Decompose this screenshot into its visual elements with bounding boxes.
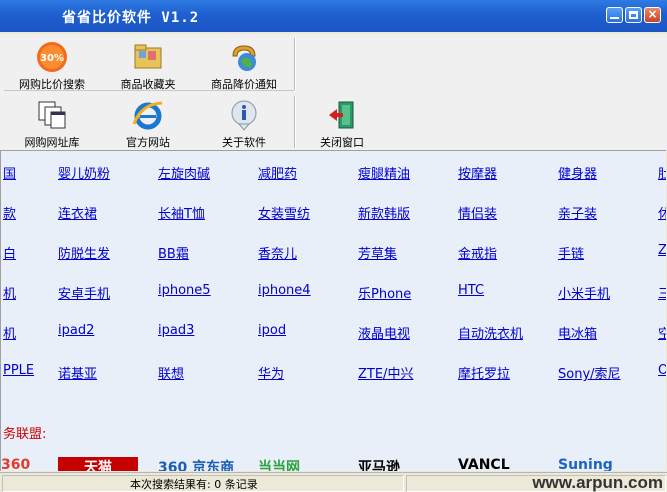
internet-explorer-icon: [131, 98, 165, 132]
category-link[interactable]: 国: [3, 163, 16, 182]
category-link[interactable]: iphone5: [158, 283, 211, 298]
status-bar: 本次搜索结果有: 0 条记录 www.arpun.com: [0, 472, 667, 492]
category-link[interactable]: 机: [3, 323, 16, 342]
category-link[interactable]: 自动洗衣机: [458, 323, 523, 342]
category-link[interactable]: ipod: [258, 323, 286, 338]
partner-logo[interactable]: 360: [1, 457, 41, 471]
maximize-button[interactable]: [625, 7, 642, 23]
category-link[interactable]: ipad3: [158, 323, 194, 338]
category-link[interactable]: ZTE/中兴: [358, 363, 413, 382]
window-controls: ×: [606, 7, 661, 23]
category-link[interactable]: ZI: [658, 243, 666, 258]
tool-label: 网购网址库: [24, 136, 80, 149]
title-bar[interactable]: 省省比价软件 V1.2 ×: [0, 0, 667, 32]
alliance-label: 务联盟:: [3, 427, 47, 442]
price-compare-search-button[interactable]: 30% 网购比价搜索: [4, 40, 100, 92]
category-link[interactable]: 华为: [258, 363, 284, 382]
partner-logo[interactable]: Suning: [558, 457, 638, 471]
favorites-button[interactable]: 商品收藏夹: [100, 40, 196, 92]
toolbar-row-divider: [4, 90, 294, 91]
minimize-icon: [610, 17, 619, 19]
category-link[interactable]: 减肥药: [258, 163, 297, 182]
category-link[interactable]: 款: [3, 203, 16, 222]
category-link[interactable]: HTC: [458, 283, 484, 298]
category-link[interactable]: Sony/索尼: [558, 363, 621, 382]
category-link[interactable]: ipad2: [58, 323, 94, 338]
category-link[interactable]: BB霜: [158, 243, 189, 262]
shopping-sites-button[interactable]: 网购网址库: [4, 98, 100, 150]
phone-globe-icon: [227, 40, 261, 74]
category-link[interactable]: 小米手机: [558, 283, 610, 302]
category-links-panel: 国 婴儿奶粉 左旋肉碱 减肥药 瘦腿精油 按摩器 健身器 肚款 连衣裙 长袖T恤 女装雪纺 新款韩版 情…: [0, 150, 666, 471]
category-link[interactable]: 金戒指: [458, 243, 497, 262]
category-link[interactable]: 亲子装: [558, 203, 597, 222]
site-watermark: www.arpun.com: [532, 473, 663, 492]
discount-badge-text: 30%: [40, 53, 64, 64]
partner-logo[interactable]: 天猫: [58, 457, 138, 471]
partner-logo[interactable]: 当当网: [258, 457, 338, 471]
category-link[interactable]: 瘦腿精油: [358, 163, 410, 182]
status-text: 本次搜索结果有: 0 条记录: [130, 478, 258, 491]
exit-door-icon: [325, 98, 359, 132]
category-link[interactable]: 长袖T恤: [158, 203, 205, 222]
windows-stack-icon: [35, 98, 69, 132]
category-link[interactable]: 婴儿奶粉: [58, 163, 110, 182]
category-link[interactable]: 手链: [558, 243, 584, 262]
category-link[interactable]: 新款韩版: [358, 203, 410, 222]
category-link[interactable]: Ol: [658, 363, 666, 378]
partner-logo[interactable]: 360 京东商城: [158, 457, 238, 471]
tool-label: 关于软件: [222, 136, 266, 149]
category-link[interactable]: 机: [3, 283, 16, 302]
partner-logo[interactable]: 亚马逊: [358, 457, 438, 471]
price-drop-notice-button[interactable]: 商品降价通知: [196, 40, 292, 92]
toolbar-separator: [294, 38, 296, 90]
category-link[interactable]: 联想: [158, 363, 184, 382]
category-link[interactable]: 三: [658, 283, 666, 302]
category-link[interactable]: 乐Phone: [358, 283, 411, 302]
about-button[interactable]: 关于软件: [196, 98, 292, 150]
category-link[interactable]: 香奈儿: [258, 243, 297, 262]
category-link[interactable]: 防脱生发: [58, 243, 110, 262]
category-link[interactable]: 休: [658, 203, 666, 222]
category-link[interactable]: 女装雪纺: [258, 203, 310, 222]
category-link[interactable]: 安卓手机: [58, 283, 110, 302]
partner-logos: 360 天猫 360 京东商城 当当网 亚马逊 VANCL Suning: [1, 457, 666, 471]
category-link[interactable]: 情侣装: [458, 203, 497, 222]
category-link[interactable]: 连衣裙: [58, 203, 97, 222]
category-link[interactable]: 电冰箱: [558, 323, 597, 342]
category-link[interactable]: 健身器: [558, 163, 597, 182]
window-title: 省省比价软件 V1.2: [62, 10, 200, 26]
maximize-icon: [629, 11, 638, 19]
close-button[interactable]: ×: [644, 7, 661, 23]
app-window: 省省比价软件 V1.2 × 30% 网购比价搜索 商品收藏夹 商品降价通知 网购…: [0, 0, 667, 492]
minimize-button[interactable]: [606, 7, 623, 23]
tool-label: 关闭窗口: [320, 136, 364, 149]
category-link[interactable]: 诺基亚: [58, 363, 97, 382]
official-site-button[interactable]: 官方网站: [100, 98, 196, 150]
category-link[interactable]: 按摩器: [458, 163, 497, 182]
folder-icon: [131, 40, 165, 74]
toolbar: 30% 网购比价搜索 商品收藏夹 商品降价通知 网购网址库 官方网站 关于软件 …: [0, 34, 667, 150]
close-icon: ×: [647, 7, 658, 21]
partner-logo[interactable]: VANCL: [458, 457, 538, 471]
category-link[interactable]: 肚: [658, 163, 666, 182]
category-link[interactable]: 芳草集: [358, 243, 397, 262]
close-window-button[interactable]: 关闭窗口: [294, 98, 390, 150]
info-icon: [227, 98, 261, 132]
category-link[interactable]: PPLE: [3, 363, 34, 378]
tool-label: 官方网站: [126, 136, 170, 149]
category-link[interactable]: 空: [658, 323, 666, 342]
category-link[interactable]: 摩托罗拉: [458, 363, 510, 382]
discount-badge-icon: 30%: [35, 40, 69, 74]
category-link[interactable]: iphone4: [258, 283, 311, 298]
category-link[interactable]: 液晶电视: [358, 323, 410, 342]
category-link[interactable]: 白: [3, 243, 16, 262]
category-link[interactable]: 左旋肉碱: [158, 163, 210, 182]
